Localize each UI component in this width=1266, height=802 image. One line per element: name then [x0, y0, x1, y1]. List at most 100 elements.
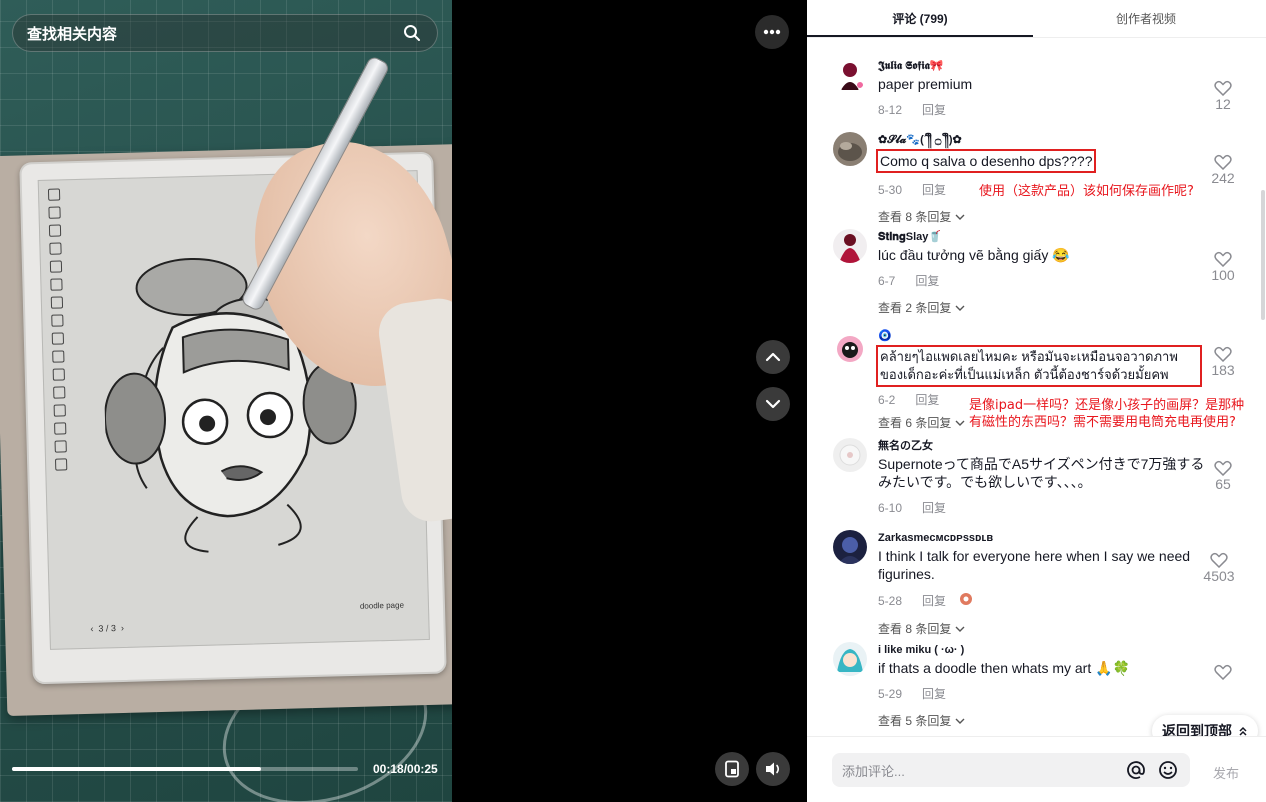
video-progress-fill: [12, 767, 262, 771]
comment-date: 5-30: [878, 182, 903, 197]
reply-button[interactable]: 回复: [922, 181, 946, 198]
heart-icon: [1214, 460, 1232, 476]
like-count: 4503: [1203, 568, 1235, 584]
comment-composer: 添加评论... 发布: [807, 736, 1266, 802]
comment-meta: 5-29 回复: [878, 685, 1208, 702]
avatar[interactable]: [833, 642, 867, 676]
comment-author[interactable]: Zarkasmecᴍᴄᴅᴘssᴅʟʙ: [878, 530, 1208, 546]
comment-text: Supernoteって商品でA5サイズペン付きで7万強するみたいです。でも欲しい…: [878, 456, 1205, 490]
comment-input[interactable]: 添加评论...: [832, 753, 1190, 787]
comment-date: 6-10: [878, 500, 903, 515]
video-time: 00:18/00:25: [373, 762, 438, 776]
reply-button[interactable]: 回复: [922, 685, 946, 702]
doodle-page-label: doodle page: [359, 600, 405, 611]
picture-in-picture-button[interactable]: [715, 752, 749, 786]
comment-body: ✿𝓢𝓵𝓪🐾(´༎ຶ ۝ ༎ຶ)✿ Como q salva o desenho …: [876, 132, 1208, 225]
sticker-icon: [958, 591, 974, 610]
previous-video-button[interactable]: [756, 340, 790, 374]
view-replies-label: 查看 5 条回复: [878, 714, 952, 728]
like-button[interactable]: 65: [1203, 460, 1243, 492]
comment-date: 8-12: [878, 102, 903, 117]
comment-date: 6-7: [878, 273, 896, 288]
video-progress-bar[interactable]: [12, 767, 358, 771]
comments-panel: 评论 (799) 创作者视频 𝕵𝖚𝖑𝖎𝖆 𝕾𝖔𝖋𝖎𝖆🎀 paper premiu…: [807, 0, 1266, 802]
like-button[interactable]: 183: [1203, 346, 1243, 378]
comment-meta: 6-7 回复: [878, 272, 1208, 289]
more-options-button[interactable]: [755, 15, 789, 49]
avatar[interactable]: [833, 530, 867, 564]
comment-meta: 5-28 回复: [878, 591, 1208, 610]
heart-icon: [1214, 251, 1232, 267]
comment-author[interactable]: 🧿: [878, 328, 1208, 344]
reply-button[interactable]: 回复: [915, 272, 939, 289]
search-icon[interactable]: [401, 22, 423, 44]
comment-author[interactable]: 𝐒𝐭𝐢𝐧𝐠Slay🥤: [878, 229, 1208, 245]
comment-body: 𝕵𝖚𝖑𝖎𝖆 𝕾𝖔𝖋𝖎𝖆🎀 paper premium 8-12 回复: [878, 58, 1208, 118]
highlight-box: Como q salva o desenho dps????: [876, 149, 1097, 173]
like-button[interactable]: 12: [1203, 80, 1243, 112]
comment-date: 6-2: [878, 392, 896, 407]
comment-date: 5-28: [878, 593, 903, 608]
tablet-page-indicator: ‹ 3 / 3 ›: [90, 622, 125, 634]
annotation-translation-2a: 是像ipad一样吗？还是像小孩子的画屏？是那种: [969, 398, 1245, 413]
view-replies-label: 查看 8 条回复: [878, 210, 952, 224]
view-replies-label: 查看 6 条回复: [878, 416, 952, 430]
reply-button[interactable]: 回复: [922, 101, 946, 118]
view-replies-button[interactable]: 查看 2 条回复: [878, 299, 1208, 316]
view-replies-button[interactable]: 查看 8 条回复: [878, 208, 1208, 225]
comment-text: คล้ายๆไอแพดเลยไหมคะ หรือมันจะเหมือนจอวาด…: [876, 345, 1208, 387]
like-count: 183: [1211, 362, 1235, 378]
like-count: 65: [1215, 476, 1231, 492]
comment-body: i like miku ( ·ω· ) if thats a doodle th…: [878, 642, 1208, 729]
like-button[interactable]: 100: [1203, 251, 1243, 283]
emoji-icon[interactable]: [1156, 758, 1180, 782]
avatar[interactable]: [833, 229, 867, 263]
video-frame[interactable]: doodle page ‹ 3 / 3 › 查找相关内容: [0, 0, 452, 802]
tab-creator-videos[interactable]: 创作者视频: [1033, 0, 1259, 37]
comment-text: lúc đầu tưởng vẽ bằng giấy 😂: [878, 247, 1070, 263]
like-button[interactable]: 242: [1203, 154, 1243, 186]
comment-text: paper premium: [878, 76, 973, 92]
pip-icon: [725, 760, 739, 778]
panel-tabs: 评论 (799) 创作者视频: [807, 0, 1266, 38]
avatar[interactable]: [833, 330, 867, 364]
speaker-icon: [766, 762, 780, 776]
comment-author[interactable]: 𝕵𝖚𝖑𝖎𝖆 𝕾𝖔𝖋𝖎𝖆🎀: [878, 58, 1208, 74]
video-player[interactable]: doodle page ‹ 3 / 3 › 查找相关内容 00:18/00:25: [0, 0, 807, 802]
avatar[interactable]: [833, 438, 867, 472]
tab-comments[interactable]: 评论 (799): [807, 0, 1033, 37]
comment-scrollbar[interactable]: [1261, 190, 1265, 320]
view-replies-label: 查看 8 条回复: [878, 622, 952, 636]
view-replies-label: 查看 2 条回复: [878, 301, 952, 315]
reply-button[interactable]: 回复: [922, 592, 946, 609]
heart-icon: [1214, 154, 1232, 170]
mention-icon[interactable]: [1124, 758, 1148, 782]
double-chevron-up-icon: [1239, 726, 1247, 736]
comment-author[interactable]: ✿𝓢𝓵𝓪🐾(´༎ຶ ۝ ༎ຶ)✿: [878, 132, 1208, 148]
related-search-bar[interactable]: 查找相关内容: [12, 14, 438, 52]
post-comment-button[interactable]: 发布: [1213, 763, 1239, 782]
chevron-down-icon: [955, 305, 965, 311]
volume-button[interactable]: [756, 752, 790, 786]
comment-text: I think I talk for everyone here when I …: [878, 548, 1191, 582]
annotation-translation-1: 使用（这款产品）该如何保存画作呢?: [979, 184, 1194, 199]
page-number: 3 / 3: [98, 623, 117, 634]
reply-button[interactable]: 回复: [915, 391, 939, 408]
like-count: 12: [1215, 96, 1231, 112]
comment-text: Como q salva o desenho dps????: [876, 149, 1208, 173]
avatar[interactable]: [833, 58, 867, 92]
heart-icon: [1214, 664, 1232, 680]
reply-button[interactable]: 回复: [922, 499, 946, 516]
view-replies-button[interactable]: 查看 8 条回复: [878, 620, 1208, 637]
like-button[interactable]: 4503: [1195, 552, 1243, 584]
comment-list[interactable]: 𝕵𝖚𝖑𝖎𝖆 𝕾𝖔𝖋𝖎𝖆🎀 paper premium 8-12 回复 12 ✿𝓢…: [807, 40, 1266, 740]
next-video-button[interactable]: [756, 387, 790, 421]
chevron-up-icon: [765, 352, 781, 362]
comment-author[interactable]: 無名の乙女: [878, 438, 1208, 454]
avatar[interactable]: [833, 132, 867, 166]
comment-body: 𝐒𝐭𝐢𝐧𝐠Slay🥤 lúc đầu tưởng vẽ bằng giấy 😂 …: [878, 229, 1208, 316]
highlight-box: คล้ายๆไอแพดเลยไหมคะ หรือมันจะเหมือนจอวาด…: [876, 345, 1202, 387]
comment-author[interactable]: i like miku ( ·ω· ): [878, 642, 1208, 658]
like-button[interactable]: [1203, 664, 1243, 680]
chevron-down-icon: [955, 626, 965, 632]
